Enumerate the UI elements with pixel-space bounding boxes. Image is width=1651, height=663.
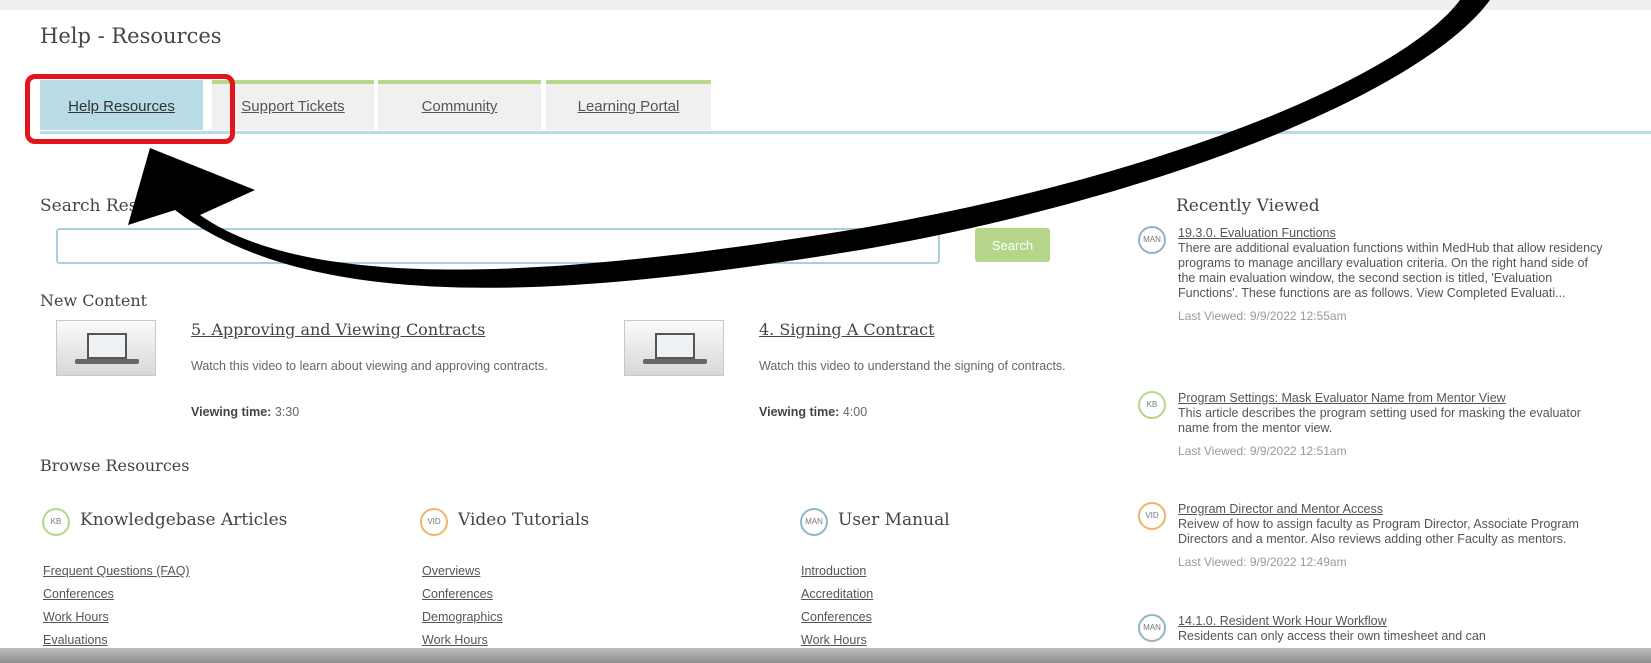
viewing-time: Viewing time: 3:30: [191, 405, 299, 419]
resource-link[interactable]: Conferences: [422, 583, 503, 606]
manual-badge-icon: MAN: [1138, 226, 1166, 254]
knowledgebase-links: Frequent Questions (FAQ) Conferences Wor…: [43, 560, 190, 652]
recently-viewed-heading: Recently Viewed: [1176, 196, 1320, 216]
resource-link[interactable]: Overviews: [422, 560, 503, 583]
recent-item-description: Reivew of how to assign faculty as Progr…: [1178, 517, 1579, 546]
video-thumbnail[interactable]: [624, 320, 724, 376]
viewing-time-label: Viewing time:: [191, 405, 272, 419]
knowledgebase-title[interactable]: Knowledgebase Articles: [80, 510, 287, 530]
video-thumbnail[interactable]: [56, 320, 156, 376]
new-content-heading: New Content: [40, 291, 148, 310]
video-badge-icon: VID: [1138, 502, 1166, 530]
tab-learning-portal[interactable]: Learning Portal: [546, 80, 711, 130]
laptop-icon: [87, 333, 127, 359]
recent-item-last-viewed: Last Viewed: 9/9/2022 12:51am: [1178, 444, 1347, 458]
resource-link[interactable]: Conferences: [43, 583, 190, 606]
page-title: Help - Resources: [40, 24, 222, 48]
viewing-time-value: 4:00: [842, 405, 868, 419]
viewing-time-label: Viewing time:: [759, 405, 840, 419]
content-title-link[interactable]: 4. Signing A Contract: [759, 320, 935, 339]
search-heading: Search Resources: [40, 196, 196, 216]
tab-support-tickets[interactable]: Support Tickets: [212, 80, 374, 130]
browse-heading: Browse Resources: [40, 456, 190, 475]
resource-link[interactable]: Work Hours: [43, 606, 190, 629]
recent-item-description: This article describes the program setti…: [1178, 406, 1581, 435]
recent-item-title-link[interactable]: 19.3.0. Evaluation Functions: [1178, 226, 1608, 241]
recent-item-last-viewed: Last Viewed: 9/9/2022 12:55am: [1178, 309, 1347, 323]
top-bar: [0, 0, 1651, 10]
user-manual-title[interactable]: User Manual: [838, 510, 950, 530]
video-tutorials-links: Overviews Conferences Demographics Work …: [422, 560, 503, 652]
recent-item-title-link[interactable]: 14.1.0. Resident Work Hour Workflow: [1178, 614, 1608, 629]
recent-item: KB Program Settings: Mask Evaluator Name…: [1138, 391, 1608, 458]
viewing-time: Viewing time: 4:00: [759, 405, 867, 419]
content-description: Watch this video to learn about viewing …: [191, 359, 548, 373]
search-input[interactable]: [56, 228, 940, 264]
manual-badge-icon: MAN: [1138, 614, 1166, 642]
resource-link[interactable]: Accreditation: [801, 583, 873, 606]
recent-item-title-link[interactable]: Program Settings: Mask Evaluator Name fr…: [1178, 391, 1608, 406]
recent-item: MAN 19.3.0. Evaluation Functions There a…: [1138, 226, 1608, 323]
bottom-scrollbar[interactable]: [0, 648, 1651, 663]
recent-item-description: Residents can only access their own time…: [1178, 629, 1486, 643]
laptop-icon: [655, 333, 695, 359]
resource-link[interactable]: Introduction: [801, 560, 873, 583]
recent-item-last-viewed: Last Viewed: 9/9/2022 12:49am: [1178, 555, 1347, 569]
resource-link[interactable]: Demographics: [422, 606, 503, 629]
resource-link[interactable]: Conferences: [801, 606, 873, 629]
knowledgebase-badge-icon: KB: [1138, 391, 1166, 419]
knowledgebase-badge-icon: KB: [42, 508, 70, 536]
viewing-time-value: 3:30: [274, 405, 300, 419]
tab-community[interactable]: Community: [378, 80, 541, 130]
tab-help-resources[interactable]: Help Resources: [40, 80, 203, 130]
recent-item: VID Program Director and Mentor Access R…: [1138, 502, 1608, 569]
content-description: Watch this video to understand the signi…: [759, 359, 1066, 373]
recent-item-title-link[interactable]: Program Director and Mentor Access: [1178, 502, 1608, 517]
content-title-link[interactable]: 5. Approving and Viewing Contracts: [191, 320, 485, 339]
tab-bar: Help Resources Support Tickets Community…: [40, 80, 1651, 134]
user-manual-links: Introduction Accreditation Conferences W…: [801, 560, 873, 652]
video-badge-icon: VID: [420, 508, 448, 536]
tabs-underline: [40, 131, 1651, 134]
recent-item-description: There are additional evaluation function…: [1178, 241, 1603, 300]
resource-link[interactable]: Frequent Questions (FAQ): [43, 560, 190, 583]
recent-item: MAN 14.1.0. Resident Work Hour Workflow …: [1138, 614, 1608, 644]
manual-badge-icon: MAN: [800, 508, 828, 536]
search-button[interactable]: Search: [975, 228, 1050, 262]
video-tutorials-title[interactable]: Video Tutorials: [458, 510, 589, 530]
